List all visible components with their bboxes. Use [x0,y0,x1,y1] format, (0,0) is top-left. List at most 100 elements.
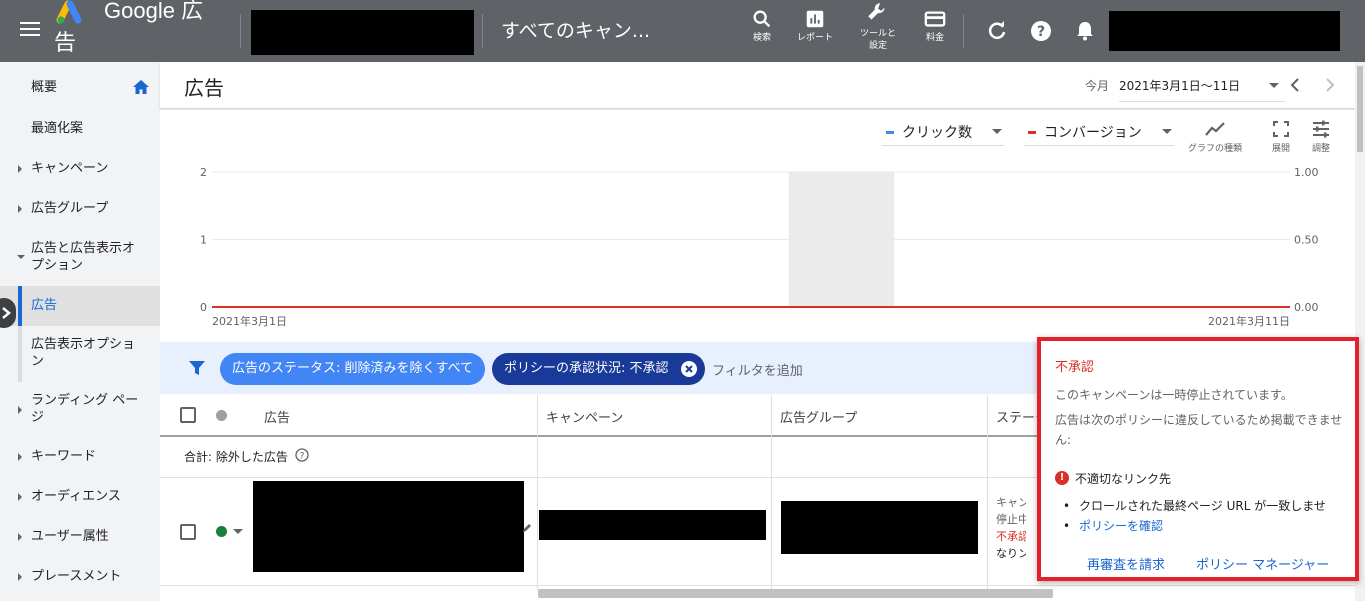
home-icon [133,80,149,94]
sidebar-item-extensions[interactable]: 広告表示オプション [0,336,160,376]
sidebar-item-label: 広告 [31,298,58,313]
caret-right-icon [18,493,22,501]
column-divider [987,395,988,590]
column-divider [771,395,772,590]
metric-label: コンバージョン [1044,125,1142,141]
sidebar-item-keywords[interactable]: キーワード [0,448,160,472]
graph-type-button[interactable]: グラフの種類 [1183,120,1247,154]
status-dropdown-arrow-icon[interactable] [233,529,243,534]
filter-chip-policy-status[interactable]: ポリシーの承認状況: 不承認 [492,353,705,385]
adjust-button[interactable]: 調整 [1289,120,1353,154]
reports-label: レポート [796,33,833,43]
navigation-sidebar: 概要 最適化案 キャンペーン 広告グループ 広告と広告表示オプション 広告 広告… [0,62,160,601]
notifications-bell-icon[interactable] [1073,19,1097,43]
policy-manager-button[interactable]: ポリシー マネージャー [1196,554,1329,573]
dropdown-arrow-icon [1162,129,1172,134]
refresh-icon[interactable] [985,19,1009,43]
sidebar-item-label: キーワード [31,449,97,464]
reports-icon [806,10,824,28]
horizontal-scrollbar[interactable] [538,589,1053,598]
legend-swatch-clicks [886,131,894,134]
y-tick-label-right: 0.00 [1294,301,1319,314]
scrollbar-thumb[interactable] [1357,66,1363,152]
sidebar-item-campaigns[interactable]: キャンペーン [0,160,160,184]
top-app-bar: Google 広 告 すべてのキャン... 検索 レポート ツールと 設定 料金… [0,0,1365,62]
y-tick-label-left: 2 [200,166,207,179]
caret-right-icon [18,406,22,414]
search-label: 検索 [752,33,771,43]
sidebar-item-ad-groups[interactable]: 広告グループ [0,200,160,224]
dropdown-arrow-icon [992,129,1002,134]
sidebar-item-ads[interactable]: 広告 [0,286,160,326]
account-name-redacted[interactable] [251,10,474,55]
review-policy-link[interactable]: ポリシーを確認 [1063,518,1163,534]
ad-group-name-redacted[interactable] [781,501,978,554]
total-row-label: 合計: 除外した広告 [184,450,288,464]
metric-selector-conversions[interactable]: コンバージョン [1024,122,1174,146]
add-filter-link[interactable]: フィルタを追加 [712,360,803,379]
filter-chip-ad-status[interactable]: 広告のステータス: 削除済みを除くすべて [220,353,486,385]
chevron-right-icon[interactable] [1323,77,1337,93]
date-range-selector[interactable]: 2021年3月1日～11日 [1119,76,1285,102]
row-divider [160,585,1355,586]
enabled-status-dot-icon[interactable] [216,526,227,537]
billing-button[interactable]: 料金 [910,8,960,44]
sidebar-item-label: ランディング ページ [31,393,139,425]
sidebar-item-ads-extensions[interactable]: 広告と広告表示オプション [0,240,160,280]
credit-card-icon [924,11,946,27]
billing-label: 料金 [925,33,944,43]
chevron-left-icon[interactable] [1288,77,1302,93]
status-cell: キャンペーン 停止中 不承認: なりンク [996,494,1026,562]
campaign-selector[interactable]: すべてのキャン... [501,16,650,43]
sidebar-item-label: 広告と広告表示オプション [31,241,136,273]
help-icon[interactable]: ? [1029,19,1053,43]
expand-label: 展開 [1271,144,1290,154]
policy-disapproval-popup: 不承認 このキャンペーンは一時停止されています。 広告は次のポリシーに違反してい… [1037,337,1359,581]
edit-pencil-icon[interactable] [522,523,532,533]
sidebar-item-landing-pages[interactable]: ランディング ページ [0,392,160,432]
violation-detail: クロールされた最終ページ URL が一致しませ [1063,498,1326,514]
popup-title: 不承認 [1055,360,1095,375]
metric-selector-clicks[interactable]: クリック数 [882,122,1004,146]
tune-icon [1313,120,1329,138]
sidebar-item-recommendations[interactable]: 最適化案 [0,120,160,144]
status-dot-icon [216,410,227,421]
row-checkbox[interactable] [180,524,196,540]
sidebar-item-overview[interactable]: 概要 [0,79,160,103]
filter-icon[interactable] [188,359,206,377]
chevron-right-icon [2,307,11,319]
request-review-button[interactable]: 再審査を請求 [1087,554,1165,573]
reports-button[interactable]: レポート [790,8,840,44]
sidebar-item-audiences[interactable]: オーディエンス [0,488,160,512]
sidebar-item-label: 広告グループ [31,201,109,216]
divider [482,14,483,48]
wrench-icon [868,3,885,20]
ad-content-redacted[interactable] [253,481,524,572]
status-line: キャンペーン [996,496,1026,509]
help-outline-icon[interactable]: ? [295,448,309,462]
sidebar-item-label: プレースメント [31,569,122,584]
column-header-campaign[interactable]: キャンペーン [546,407,623,426]
performance-line-chart: 2 1.00 1 0.50 0 0.00 2021年3月1日 2021年3月11日 [200,166,1319,328]
graph-type-label: グラフの種類 [1187,144,1242,154]
status-line: 不承認: [996,530,1026,543]
campaign-name-redacted[interactable] [539,510,766,540]
select-all-checkbox[interactable] [180,407,196,423]
tools-label-1: ツールと [859,29,896,39]
tools-label-2: 設定 [868,41,887,51]
column-header-ad[interactable]: 広告 [264,407,290,426]
expand-icon [1273,121,1289,137]
customer-id-redacted[interactable] [1109,11,1340,51]
close-icon[interactable] [680,361,697,377]
google-ads-logo [56,0,82,24]
sidebar-item-placements[interactable]: プレースメント [0,568,160,592]
menu-icon[interactable] [18,18,42,42]
search-button[interactable]: 検索 [737,8,787,44]
y-tick-label-left: 0 [200,301,207,314]
y-tick-label-right: 0.50 [1294,234,1319,247]
column-header-ad-group[interactable]: 広告グループ [780,407,857,426]
tools-settings-button[interactable]: ツールと 設定 [853,0,903,52]
y-tick-label-right: 1.00 [1294,166,1319,179]
caret-right-icon [18,453,22,461]
sidebar-item-demographics[interactable]: ユーザー属性 [0,528,160,552]
